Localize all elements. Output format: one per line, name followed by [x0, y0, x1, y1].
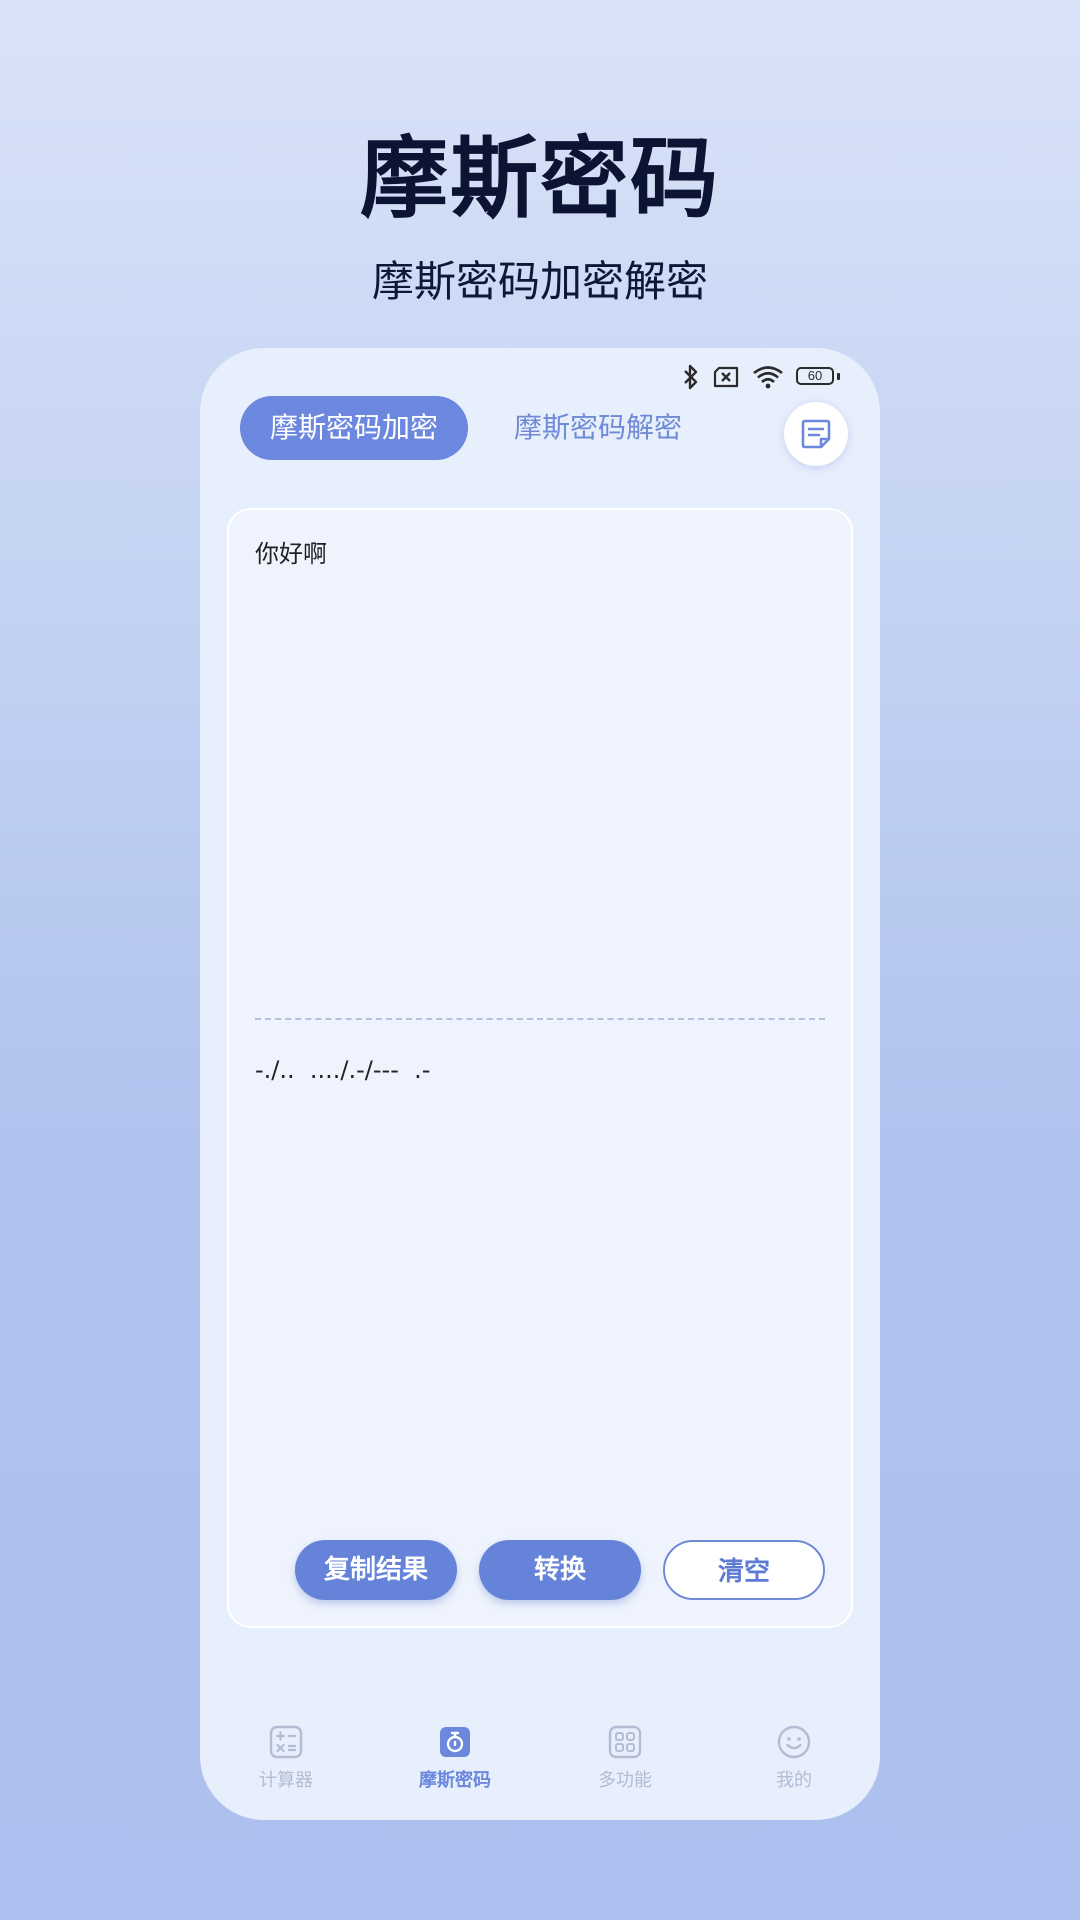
- input-field[interactable]: 你好啊: [255, 534, 327, 569]
- bottom-nav: 计算器 摩斯密码 多功能 我的: [200, 1724, 880, 1820]
- morse-lock-icon: [440, 1727, 470, 1757]
- nav-label-mine: 我的: [776, 1770, 812, 1791]
- note-icon: [801, 419, 831, 449]
- nav-item-morse[interactable]: 摩斯密码: [385, 1724, 525, 1792]
- calculator-icon: [269, 1725, 303, 1759]
- battery-level: 60: [807, 368, 823, 383]
- bluetooth-icon: [684, 364, 698, 390]
- tab-row: 摩斯密码加密 摩斯密码解密: [240, 396, 840, 460]
- divider: [255, 1018, 825, 1020]
- wifi-icon: [753, 366, 783, 389]
- promo-subtitle: 摩斯密码加密解密: [371, 257, 708, 306]
- output-field: -./.. ..../.-/--- .-: [255, 1056, 431, 1084]
- battery-icon: 60: [796, 367, 840, 387]
- status-bar: 60: [682, 362, 840, 392]
- nav-label-calculator: 计算器: [259, 1770, 313, 1791]
- phone-frame: 60 摩斯密码加密 摩斯密码解密 你好啊 -./.. ..../.-/--- .…: [200, 348, 880, 1820]
- promo-title: 摩斯密码: [359, 127, 720, 230]
- nav-item-mine[interactable]: 我的: [724, 1724, 864, 1792]
- grid-icon: [608, 1725, 642, 1759]
- copy-result-button[interactable]: 复制结果: [295, 1540, 457, 1600]
- convert-button[interactable]: 转换: [479, 1540, 641, 1600]
- editor-card: 你好啊 -./.. ..../.-/--- .- 复制结果 转换 清空: [227, 508, 853, 1628]
- smile-icon: [777, 1725, 811, 1759]
- sim-x-icon: [713, 366, 739, 388]
- nav-label-morse: 摩斯密码: [419, 1770, 491, 1791]
- clear-button[interactable]: 清空: [663, 1540, 825, 1600]
- note-button[interactable]: [784, 402, 848, 466]
- tab-decrypt[interactable]: 摩斯密码解密: [498, 396, 698, 460]
- nav-label-multi: 多功能: [598, 1770, 652, 1791]
- tab-encrypt[interactable]: 摩斯密码加密: [240, 396, 468, 460]
- nav-item-calculator[interactable]: 计算器: [216, 1724, 356, 1792]
- nav-item-multi[interactable]: 多功能: [555, 1724, 695, 1792]
